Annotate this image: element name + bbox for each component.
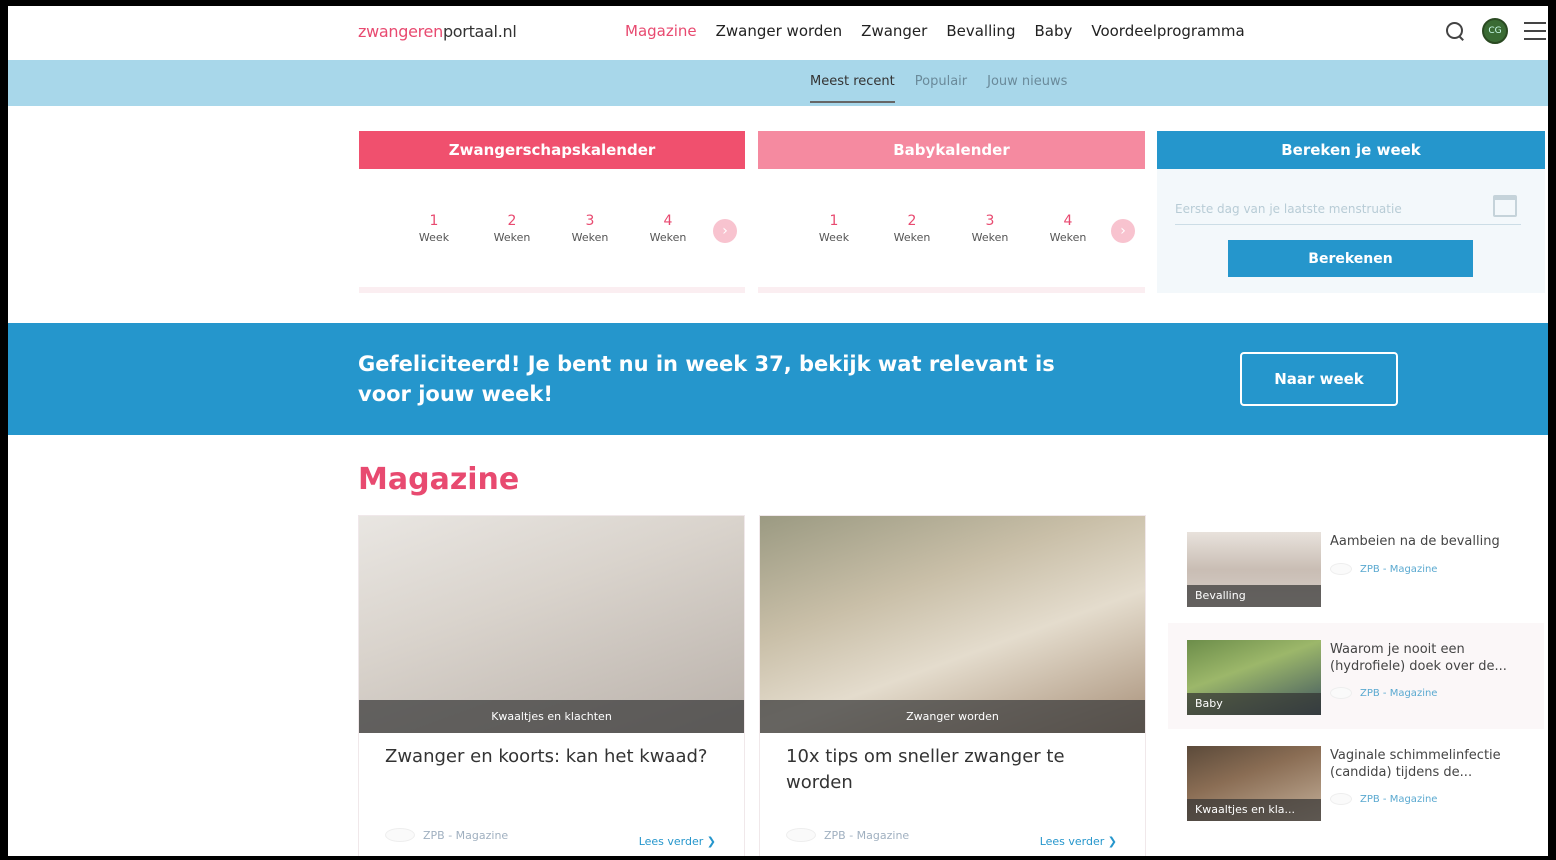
banner-message: Gefeliciteerd! Je bent nu in week 37, be… xyxy=(358,352,1055,406)
week-calculator-header: Bereken je week xyxy=(1157,131,1545,169)
side-article-category: Bevalling xyxy=(1187,585,1321,607)
source-logo-icon xyxy=(1330,687,1352,699)
read-more-link[interactable]: Lees verder ❯ xyxy=(1040,835,1117,848)
article-category[interactable]: Kwaaltjes en klachten xyxy=(359,700,744,733)
nav-voordeelprogramma[interactable]: Voordeelprogramma xyxy=(1091,22,1244,40)
baby-next-icon[interactable]: › xyxy=(1111,219,1135,243)
pregnancy-week-4[interactable]: 4 Weken xyxy=(629,213,707,244)
to-week-button[interactable]: Naar week xyxy=(1240,352,1398,406)
side-article-title[interactable]: Vaginale schimmelinfectie (candida) tijd… xyxy=(1330,747,1530,781)
source-logo-icon xyxy=(385,828,415,842)
side-article-source: ZPB - Magazine xyxy=(1360,793,1438,805)
side-article-image[interactable]: Baby xyxy=(1187,640,1321,715)
side-article-list: Bevalling Aambeien na de bevalling ZPB -… xyxy=(1168,515,1544,860)
last-period-date-input[interactable] xyxy=(1175,193,1521,225)
nav-baby[interactable]: Baby xyxy=(1034,22,1072,40)
article-image[interactable]: Kwaaltjes en klachten xyxy=(359,516,744,733)
article-card[interactable]: Zwanger worden 10x tips om sneller zwang… xyxy=(759,515,1146,860)
baby-week-2[interactable]: 2 Weken xyxy=(873,213,951,244)
baby-calendar-header[interactable]: Babykalender xyxy=(758,131,1145,169)
baby-calendar: 1 Week 2 Weken 3 Weken 4 Weken › xyxy=(758,169,1145,293)
article-source: ZPB - Magazine xyxy=(824,828,910,842)
pregnancy-week-2[interactable]: 2 Weken xyxy=(473,213,551,244)
list-item[interactable]: Kwaaltjes en kla... Vaginale schimmelinf… xyxy=(1168,729,1544,835)
article-category[interactable]: Zwanger worden xyxy=(760,700,1145,733)
hamburger-menu-icon[interactable] xyxy=(1524,22,1546,40)
article-title[interactable]: 10x tips om sneller zwanger te worden xyxy=(786,744,1126,796)
tab-populair[interactable]: Populair xyxy=(915,74,967,103)
tab-meest-recent[interactable]: Meest recent xyxy=(810,74,895,103)
sub-nav: Meest recent Populair Jouw nieuws xyxy=(8,60,1556,106)
side-article-title[interactable]: Waarom je nooit een (hydrofiele) doek ov… xyxy=(1330,641,1530,675)
site-header: zwangerenportaal.nl Magazine Zwanger wor… xyxy=(8,6,1552,60)
side-article-source: ZPB - Magazine xyxy=(1360,563,1438,575)
article-card[interactable]: Kwaaltjes en klachten Zwanger en koorts:… xyxy=(358,515,745,860)
article-source: ZPB - Magazine xyxy=(423,828,509,842)
pregnancy-week-3[interactable]: 3 Weken xyxy=(551,213,629,244)
baby-week-1[interactable]: 1 Week xyxy=(795,213,873,244)
pregnancy-calendar-header[interactable]: Zwangerschapskalender xyxy=(359,131,745,169)
side-article-source: ZPB - Magazine xyxy=(1360,687,1438,699)
side-article-image[interactable]: Kwaaltjes en kla... xyxy=(1187,746,1321,821)
side-article-title[interactable]: Aambeien na de bevalling xyxy=(1330,533,1530,550)
nav-zwanger[interactable]: Zwanger xyxy=(861,22,927,40)
week-banner: Gefeliciteerd! Je bent nu in week 37, be… xyxy=(8,323,1556,435)
logo-part-1: zwangeren xyxy=(358,22,443,41)
article-title[interactable]: Zwanger en koorts: kan het kwaad? xyxy=(385,744,725,770)
article-image[interactable]: Zwanger worden xyxy=(760,516,1145,733)
nav-zwanger-worden[interactable]: Zwanger worden xyxy=(716,22,843,40)
site-logo[interactable]: zwangerenportaal.nl xyxy=(358,22,517,41)
tab-jouw-nieuws[interactable]: Jouw nieuws xyxy=(987,74,1067,103)
main-nav: Magazine Zwanger worden Zwanger Bevallin… xyxy=(625,22,1245,40)
side-article-category: Kwaaltjes en kla... xyxy=(1187,799,1321,821)
list-item[interactable]: Baby Waarom je nooit een (hydrofiele) do… xyxy=(1168,623,1544,729)
list-item[interactable]: Bevalling Aambeien na de bevalling ZPB -… xyxy=(1168,515,1544,621)
logo-part-2: portaal.nl xyxy=(442,22,517,41)
nav-magazine[interactable]: Magazine xyxy=(625,22,697,40)
source-logo-icon xyxy=(786,828,816,842)
pregnancy-week-1[interactable]: 1 Week xyxy=(395,213,473,244)
baby-week-3[interactable]: 3 Weken xyxy=(951,213,1029,244)
source-logo-icon xyxy=(1330,793,1352,805)
source-logo-icon xyxy=(1330,563,1352,575)
calculate-button[interactable]: Berekenen xyxy=(1228,240,1473,277)
week-calculator: Berekenen xyxy=(1157,169,1545,293)
calendar-icon[interactable] xyxy=(1493,195,1517,217)
magazine-title: Magazine xyxy=(358,462,520,497)
avatar[interactable]: CG xyxy=(1482,18,1508,44)
pregnancy-next-icon[interactable]: › xyxy=(713,219,737,243)
side-article-category: Baby xyxy=(1187,693,1321,715)
read-more-link[interactable]: Lees verder ❯ xyxy=(639,835,716,848)
pregnancy-calendar: 1 Week 2 Weken 3 Weken 4 Weken › xyxy=(359,169,745,293)
side-article-image[interactable]: Bevalling xyxy=(1187,532,1321,607)
search-icon[interactable] xyxy=(1444,20,1466,42)
baby-week-4[interactable]: 4 Weken xyxy=(1029,213,1107,244)
nav-bevalling[interactable]: Bevalling xyxy=(946,22,1015,40)
